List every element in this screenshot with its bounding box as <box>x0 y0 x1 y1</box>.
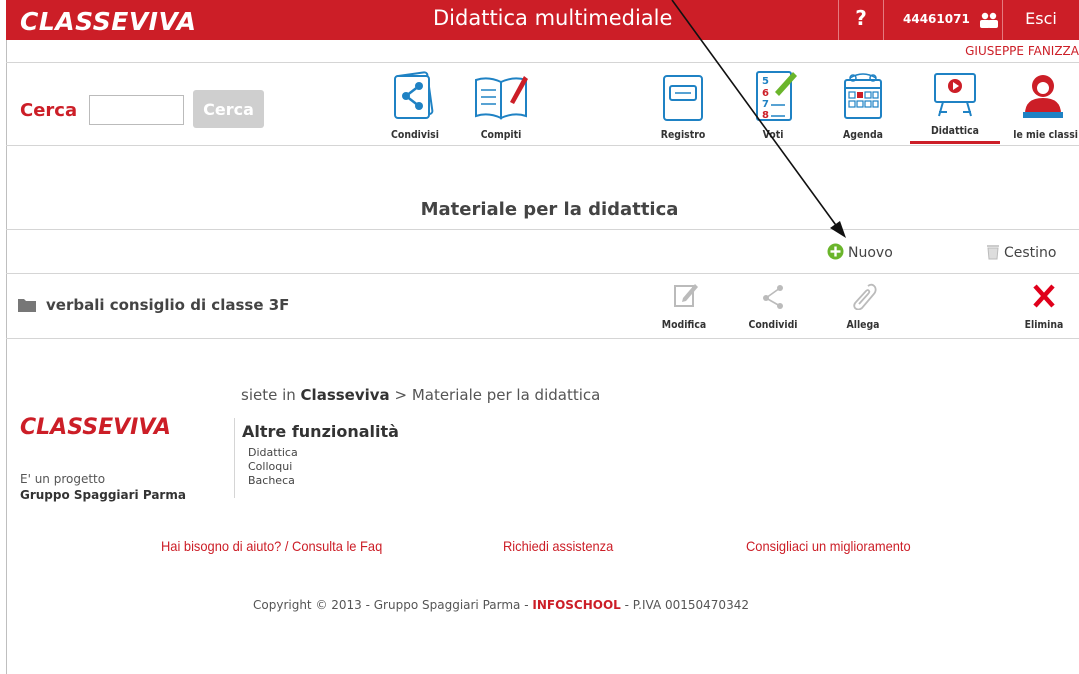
edit-icon <box>674 284 698 307</box>
username[interactable]: GIUSEPPE FANIZZA <box>965 44 1079 58</box>
nav-le-mie-classi[interactable]: le mie classi <box>1008 68 1078 141</box>
register-icon <box>663 75 703 121</box>
new-label: Nuovo <box>848 245 893 261</box>
breadcrumb-home[interactable]: Classeviva <box>301 386 390 404</box>
divider <box>6 229 1079 230</box>
nav-registro[interactable]: Registro <box>648 68 718 141</box>
folder-icon <box>18 299 36 312</box>
user-code: 44461071 <box>903 12 970 26</box>
footer-logo: CLASSEVIVA <box>20 415 171 440</box>
folder-name: verbali consiglio di classe 3F <box>46 296 290 314</box>
nav-label: Condivisi <box>391 128 439 141</box>
delete-label: Elimina <box>1024 318 1064 331</box>
nav-label: Voti <box>762 128 784 141</box>
attach-label: Allega <box>846 318 880 331</box>
share-label: Condividi <box>748 318 798 331</box>
help-button[interactable]: ? <box>838 0 884 40</box>
feedback-link[interactable]: Consigliaci un miglioramento <box>746 538 911 554</box>
presentation-icon <box>934 73 976 117</box>
trash-icon <box>987 245 999 260</box>
nav-label: Compiti <box>480 128 522 141</box>
calendar-icon <box>844 73 882 119</box>
new-button[interactable]: Nuovo <box>827 243 893 261</box>
trash-button[interactable]: Cestino <box>986 243 1057 261</box>
app-title: Didattica multimediale <box>433 6 673 30</box>
project-company: Gruppo Spaggiari Parma <box>20 488 186 502</box>
nav-label: le mie classi <box>1013 128 1078 141</box>
divider <box>6 273 1079 274</box>
search-button[interactable]: Cerca <box>193 90 264 128</box>
book-icon <box>475 76 528 120</box>
divider <box>6 145 1079 146</box>
users-icon <box>979 12 998 28</box>
nav-agenda[interactable]: Agenda <box>828 68 898 141</box>
nav-condivisi[interactable]: Condivisi <box>380 68 450 141</box>
breadcrumb: siete in Classeviva > Materiale per la d… <box>241 386 600 404</box>
svg-text:5: 5 <box>762 76 769 87</box>
classeviva-logo[interactable]: CLASSEVIVA <box>20 7 196 36</box>
nav-label: Registro <box>660 128 706 141</box>
folder-item[interactable]: verbali consiglio di classe 3F <box>18 296 289 314</box>
nav-label: Didattica <box>931 124 979 137</box>
edit-label: Modifica <box>661 318 707 331</box>
support-link[interactable]: Richiedi assistenza <box>503 538 613 554</box>
other-link-didattica[interactable]: Didattica <box>248 446 298 460</box>
add-icon <box>827 243 844 260</box>
paperclip-icon <box>853 283 877 311</box>
share-button[interactable]: Condividi <box>738 282 808 331</box>
breadcrumb-current: Materiale per la didattica <box>411 386 601 404</box>
close-icon <box>1033 284 1055 308</box>
edit-button[interactable]: Modifica <box>649 282 719 331</box>
delete-button[interactable]: Elimina <box>1009 282 1079 331</box>
svg-text:8: 8 <box>762 110 769 121</box>
left-border <box>6 0 7 674</box>
logout-button[interactable]: Esci <box>1003 0 1079 40</box>
nav-active-indicator <box>910 141 1000 144</box>
nav-voti[interactable]: 5 6 7 8 Voti <box>738 68 808 141</box>
infoschool-link[interactable]: INFOSCHOOL <box>532 598 620 612</box>
divider <box>6 338 1079 339</box>
project-info: E' un progetto Gruppo Spaggiari Parma <box>20 471 186 503</box>
copyright-text: Copyright © 2013 - Gruppo Spaggiari Parm… <box>253 598 529 612</box>
divider <box>6 62 1079 63</box>
user-menu[interactable]: 44461071 <box>888 0 1003 40</box>
breadcrumb-prefix: siete in <box>241 386 296 404</box>
project-line: E' un progetto <box>20 472 106 486</box>
other-link-colloqui[interactable]: Colloqui <box>248 460 298 474</box>
search-label: Cerca <box>20 100 78 121</box>
other-features-list: Didattica Colloqui Bacheca <box>248 446 298 488</box>
copyright: Copyright © 2013 - Gruppo Spaggiari Parm… <box>253 598 749 612</box>
teacher-icon <box>1023 75 1063 118</box>
other-features-title: Altre funzionalità <box>242 422 399 441</box>
search-input[interactable] <box>89 95 184 125</box>
share-icon <box>394 71 434 119</box>
nav-didattica[interactable]: Didattica <box>920 68 990 137</box>
nav-label: Agenda <box>843 128 883 141</box>
attach-button[interactable]: Allega <box>828 282 898 331</box>
other-link-bacheca[interactable]: Bacheca <box>248 474 298 488</box>
svg-text:7: 7 <box>762 99 769 110</box>
faq-link[interactable]: Hai bisogno di aiuto? / Consulta le Faq <box>161 538 382 554</box>
svg-text:6: 6 <box>762 88 769 99</box>
footer-divider <box>234 418 235 498</box>
trash-label: Cestino <box>1004 245 1057 261</box>
copyright-vat: - P.IVA 00150470342 <box>624 598 749 612</box>
grades-icon: 5 6 7 8 <box>756 71 797 121</box>
share-icon <box>763 285 783 309</box>
page-title: Materiale per la didattica <box>420 199 679 220</box>
breadcrumb-separator: > <box>394 386 408 404</box>
nav-compiti[interactable]: Compiti <box>466 68 536 141</box>
